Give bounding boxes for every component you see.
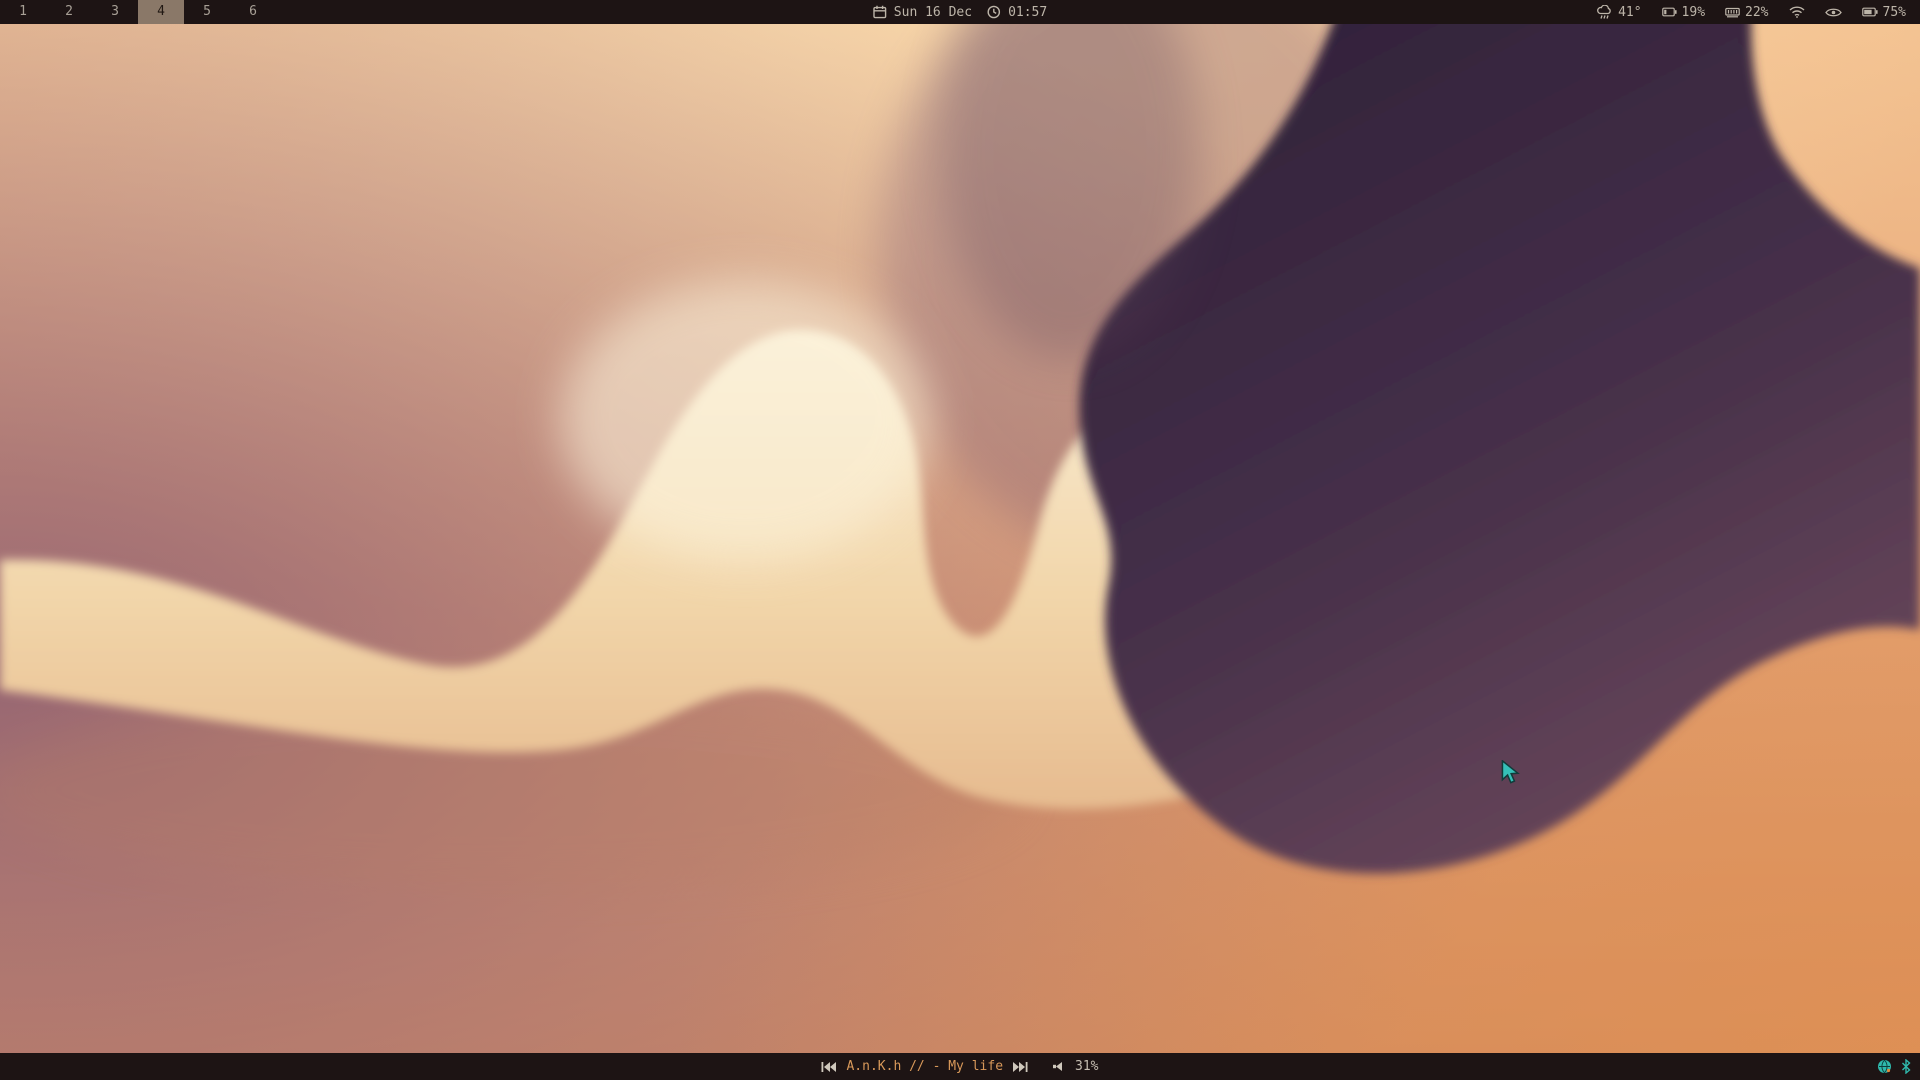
desktop-wallpaper [0,0,1920,1080]
battery-full-module: 75% [1862,5,1906,20]
wifi-icon [1789,6,1805,18]
workspace-button-4[interactable]: 4 [138,0,184,24]
bottom-status-bar: A.n.K.h // - My life 31% [0,1053,1920,1080]
datetime-module: Sun 16 Dec 01:57 [873,0,1047,24]
eye-icon [1825,7,1842,18]
globe-tray-icon[interactable] [1877,1059,1892,1074]
bluetooth-icon[interactable] [1900,1059,1912,1074]
workspace-button-2[interactable]: 2 [46,0,92,24]
top-status-bar: 1 2 3 4 5 6 Sun 16 Dec [0,0,1920,24]
system-tray [1877,1053,1912,1080]
desktop: 1 2 3 4 5 6 Sun 16 Dec [0,0,1920,1080]
calendar-icon [873,5,887,19]
status-modules: 41° 19% [1597,0,1920,24]
previous-track-icon[interactable] [821,1061,836,1073]
battery-full-percent-text: 75% [1883,5,1906,20]
volume-percent-text: 31% [1075,1059,1098,1074]
workspace-button-5[interactable]: 5 [184,0,230,24]
workspace-button-6[interactable]: 6 [230,0,276,24]
weather-temp-text: 41° [1618,5,1641,20]
battery-module: 19% [1662,5,1705,20]
battery-percent-text: 19% [1682,5,1705,20]
battery-icon [1662,7,1677,17]
workspace-button-1[interactable]: 1 [0,0,46,24]
battery-full-icon [1862,7,1878,17]
memory-percent-text: 22% [1745,5,1768,20]
workspace-button-3[interactable]: 3 [92,0,138,24]
memory-module: 22% [1725,5,1768,20]
next-track-icon[interactable] [1013,1061,1028,1073]
workspace-switcher: 1 2 3 4 5 6 [0,0,276,24]
music-player-module: A.n.K.h // - My life 31% [821,1059,1098,1074]
track-title-text: A.n.K.h // - My life [846,1059,1003,1074]
memory-icon [1725,7,1740,18]
clock-icon [987,5,1001,19]
rain-cloud-icon [1597,5,1613,20]
weather-module: 41° [1597,5,1641,20]
time-text: 01:57 [1008,5,1047,20]
date-text: Sun 16 Dec [894,5,972,20]
mouse-cursor [1500,760,1522,788]
volume-icon[interactable] [1052,1061,1063,1072]
